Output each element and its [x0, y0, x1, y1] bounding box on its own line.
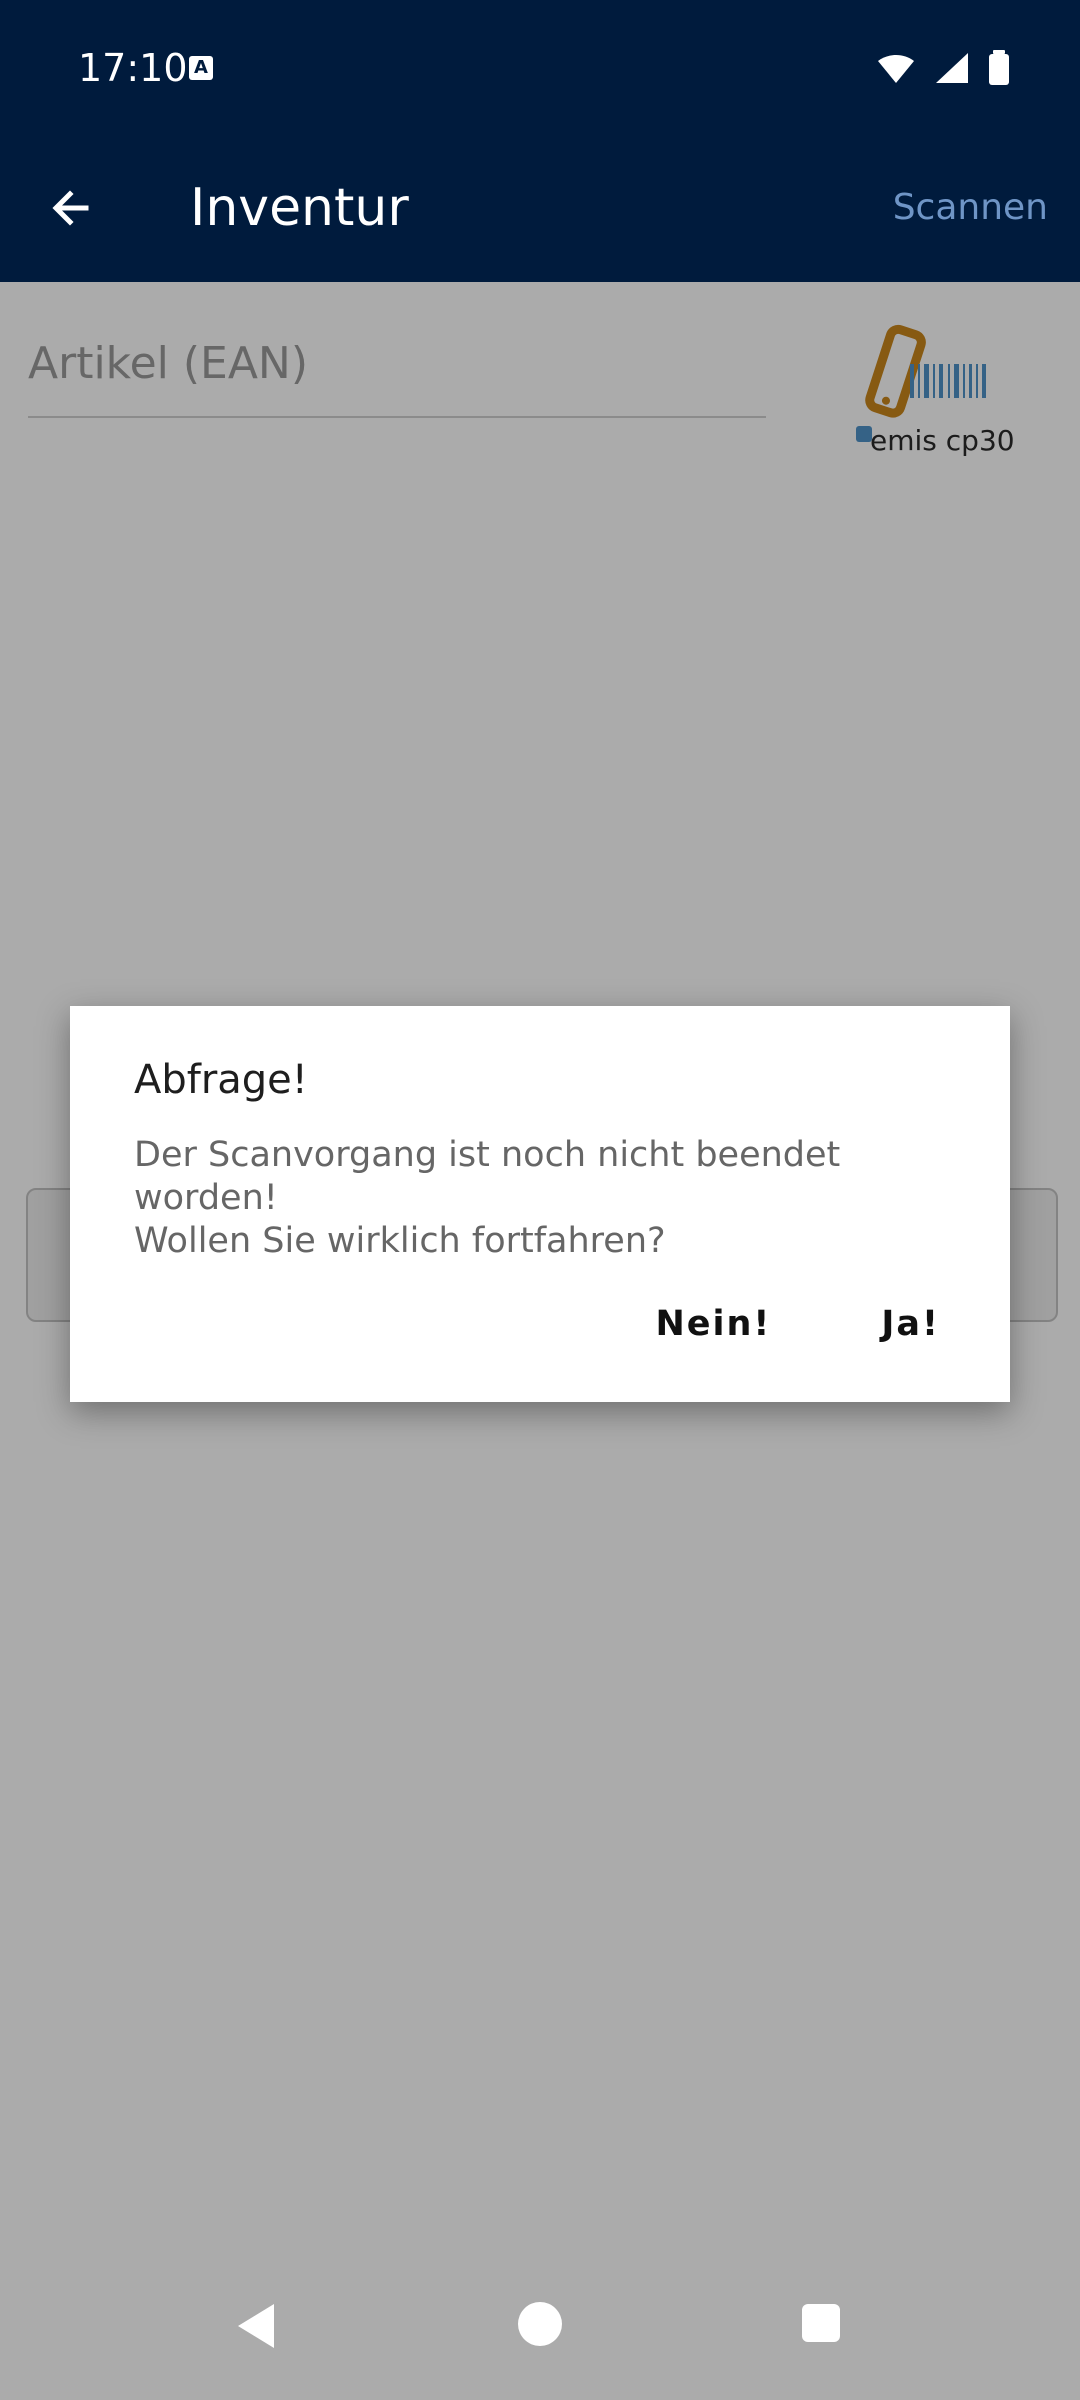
- nav-back-icon[interactable]: [236, 2302, 278, 2350]
- dialog-message-line-1: Der Scanvorgang ist noch nicht beendet: [134, 1135, 841, 1175]
- dialog-message: Der Scanvorgang ist noch nicht beendet w…: [134, 1134, 914, 1263]
- yes-button[interactable]: Ja!: [881, 1304, 940, 1344]
- status-time: 17:10: [78, 46, 188, 90]
- status-icons: [876, 50, 1010, 86]
- confirmation-dialog: Abfrage! Der Scanvorgang ist noch nicht …: [70, 1006, 1010, 1402]
- app-bar: Inventur Scannen: [0, 134, 1080, 282]
- wifi-icon: [878, 55, 914, 83]
- arrow-left-icon[interactable]: [46, 184, 94, 232]
- no-button[interactable]: Nein!: [655, 1304, 771, 1344]
- battery-icon: [989, 50, 1009, 85]
- nav-home-icon[interactable]: [518, 2302, 562, 2346]
- nav-recent-icon[interactable]: [802, 2304, 840, 2342]
- accessibility-status-icon: A: [189, 56, 213, 80]
- status-bar: 17:10 A: [0, 0, 1080, 134]
- page-title: Inventur: [190, 178, 409, 238]
- dialog-actions: Nein! Ja!: [655, 1304, 940, 1344]
- navigation-bar: [0, 2270, 1080, 2400]
- dialog-message-line-2: worden!: [134, 1178, 278, 1218]
- signal-icon: [936, 53, 968, 83]
- scan-action-button[interactable]: Scannen: [893, 186, 1048, 230]
- dialog-message-line-3: Wollen Sie wirklich fortfahren?: [134, 1221, 666, 1261]
- dialog-title: Abfrage!: [134, 1057, 308, 1103]
